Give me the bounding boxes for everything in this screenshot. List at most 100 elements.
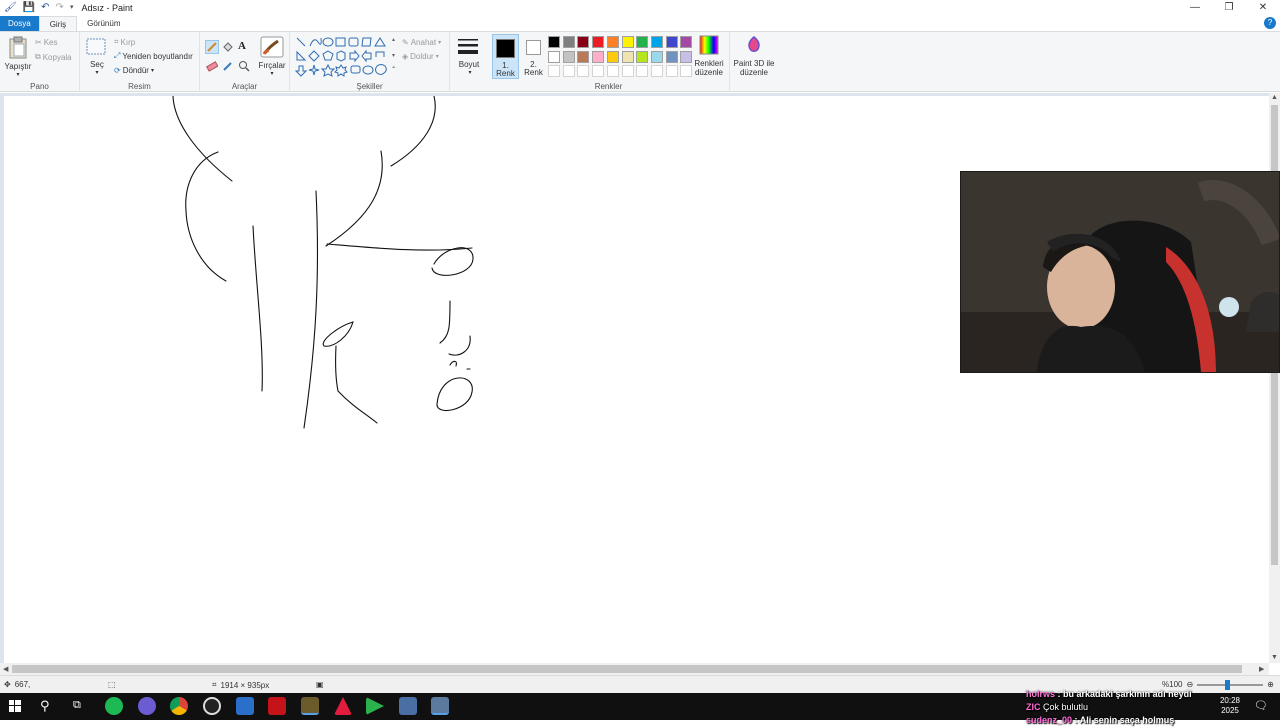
custom-color-slot[interactable] (636, 65, 649, 77)
custom-color-slot[interactable] (665, 65, 678, 77)
color-swatch[interactable] (548, 36, 560, 48)
riot-client-icon[interactable] (334, 697, 352, 715)
pencil-icon (207, 42, 217, 52)
color-swatch[interactable] (577, 50, 590, 63)
rotate-dropdown-icon: ▾ (150, 68, 154, 74)
color-swatch[interactable] (636, 50, 649, 63)
undo-icon[interactable]: ↶ (41, 0, 49, 16)
paint3d-button[interactable]: Paint 3D ile düzenle (732, 35, 776, 79)
save-icon[interactable]: 💾 (23, 0, 35, 16)
obs-icon[interactable] (203, 697, 221, 715)
shapes-expand-icon[interactable]: ⩡ (392, 65, 395, 72)
league-of-legends-icon[interactable] (301, 697, 319, 715)
outline-button[interactable]: ✎ Anahat ▾ (402, 38, 441, 47)
edit-colors-label-1: Renkleri (694, 59, 724, 68)
close-button[interactable]: ✕ (1246, 0, 1280, 16)
color-swatch[interactable] (606, 50, 619, 63)
cut-button[interactable]: ✂ Kes (35, 38, 58, 47)
scroll-left-icon[interactable]: ◀ (3, 665, 8, 673)
task-view-icon[interactable]: ⧉ (73, 699, 81, 712)
size-button[interactable]: Boyut ▾ (456, 36, 484, 80)
horizontal-scrollbar[interactable]: ◀ ▶ (0, 663, 1269, 675)
crop-label: Kırp (120, 37, 136, 47)
pencil-tool[interactable] (205, 40, 219, 54)
scroll-up-icon[interactable]: ▲ (1271, 94, 1278, 101)
color-swatch[interactable] (577, 36, 590, 48)
start-button[interactable] (9, 700, 21, 712)
tab-home[interactable]: Giriş (38, 16, 78, 31)
custom-color-slot[interactable] (621, 65, 634, 77)
color-picker-tool[interactable] (222, 60, 234, 72)
tab-view[interactable]: Görünüm (77, 16, 130, 31)
color-swatch[interactable] (562, 36, 575, 48)
fill-button[interactable]: ◈ Doldur ▾ (402, 52, 439, 61)
file-size-icon: ▣ (316, 680, 324, 689)
paste-button[interactable]: Yapıştır ▾ (4, 36, 32, 80)
scroll-down-icon[interactable]: ▼ (1271, 654, 1278, 661)
zoom-slider[interactable] (1197, 679, 1264, 690)
crop-icon: ⌗ (114, 37, 119, 46)
search-icon[interactable]: ⚲ (40, 698, 50, 714)
color-swatch[interactable] (650, 50, 663, 63)
rotate-button[interactable]: ⟳ Döndür ▾ (114, 66, 154, 75)
fill-tool[interactable] (222, 41, 234, 53)
custom-color-slot[interactable] (548, 65, 560, 77)
custom-color-slot[interactable] (606, 65, 619, 77)
stroke-shoulder (325, 150, 383, 247)
color-swatch[interactable] (621, 36, 634, 48)
color-swatch[interactable] (650, 36, 663, 48)
custom-color-slot[interactable] (562, 65, 575, 77)
resize-button[interactable]: ⤢ Yeniden boyutlandır (114, 51, 193, 61)
color-swatch[interactable] (680, 36, 693, 48)
color1-button[interactable]: 1. Renk (492, 34, 519, 79)
color-swatch[interactable] (665, 50, 678, 63)
color-swatch[interactable] (592, 36, 605, 48)
scroll-right-icon[interactable]: ▶ (1259, 665, 1264, 673)
redo-icon[interactable]: ↷ (56, 0, 64, 16)
media-player-icon[interactable] (366, 697, 384, 715)
minimize-button[interactable]: — (1178, 0, 1212, 16)
voicemeeter-icon[interactable] (268, 697, 286, 715)
outline-dropdown-icon: ▾ (438, 40, 442, 46)
window-title: Adsız - Paint (81, 3, 133, 13)
text-tool[interactable]: A (238, 40, 250, 52)
color-swatch[interactable] (665, 36, 678, 48)
paint-app-icon: 🖌 (4, 2, 17, 13)
shapes-gallery[interactable] (295, 36, 399, 78)
canvas-size: ⌗ 1914 × 935px (212, 680, 269, 690)
customize-qat-icon[interactable]: ▾ (70, 0, 74, 16)
calculator-icon[interactable] (399, 697, 417, 715)
horizontal-scroll-thumb[interactable] (12, 665, 1242, 673)
spotify-icon[interactable] (105, 697, 123, 715)
custom-color-slot[interactable] (650, 65, 663, 77)
discord-icon[interactable] (138, 697, 156, 715)
color-swatch[interactable] (621, 50, 634, 63)
select-button[interactable]: Seç ▾ (86, 38, 108, 78)
color2-button[interactable]: 2. Renk (521, 34, 546, 79)
copy-button[interactable]: ⧉ Kopyala (35, 52, 72, 62)
brushes-button[interactable]: Fırçalar ▾ (258, 36, 286, 80)
clipboard-group-label: Pano (30, 82, 49, 91)
shapes-group-label: Şekiller (356, 82, 383, 91)
eraser-tool[interactable] (205, 60, 219, 72)
color-swatch[interactable] (548, 50, 560, 63)
edit-colors-button[interactable]: Renkleri düzenle (694, 35, 724, 79)
tab-file[interactable]: Dosya (0, 16, 39, 31)
shapes-scroll-up-icon[interactable]: ▴ (392, 36, 395, 43)
color-swatch[interactable] (636, 36, 649, 48)
shapes-scroll-down-icon[interactable]: ▾ (392, 52, 395, 59)
custom-color-slot[interactable] (577, 65, 590, 77)
magnifier-tool[interactable] (238, 60, 250, 72)
color-swatch[interactable] (592, 50, 605, 63)
maximize-button[interactable]: ❐ (1212, 0, 1246, 16)
color-swatch[interactable] (606, 36, 619, 48)
help-icon[interactable]: ? (1264, 17, 1276, 29)
fill-icon: ◈ (402, 52, 409, 61)
app-blue-icon[interactable] (236, 697, 254, 715)
crop-button[interactable]: ⌗ Kırp (114, 37, 135, 47)
paint-taskbar-icon[interactable] (431, 697, 449, 715)
chrome-icon[interactable] (170, 697, 188, 715)
color-swatch[interactable] (562, 50, 575, 63)
chat-username: sudenz_00 (1026, 715, 1073, 725)
custom-color-slot[interactable] (592, 65, 605, 77)
